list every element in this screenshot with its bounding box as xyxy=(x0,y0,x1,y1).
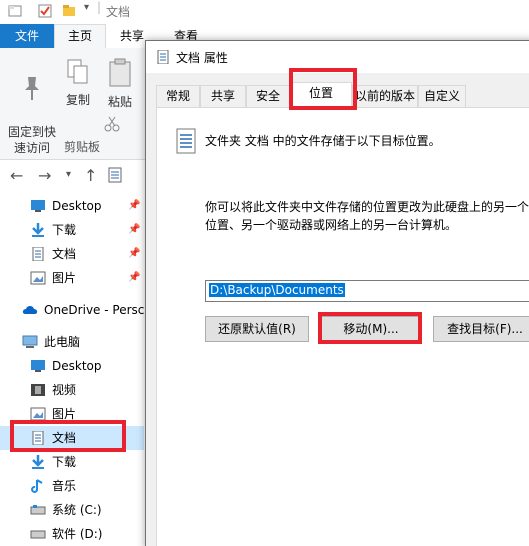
address-document-icon xyxy=(108,167,122,183)
download-icon xyxy=(32,223,44,237)
document-folder-icon xyxy=(176,128,196,154)
videos-icon xyxy=(31,384,45,396)
sidebar-item-documents[interactable]: 文档 📌 xyxy=(0,242,144,266)
sidebar-item-label: 下载 xyxy=(52,455,77,469)
sidebar-item-label: 此电脑 xyxy=(44,335,81,349)
sidebar-item-label: 音乐 xyxy=(52,479,77,493)
document-icon xyxy=(157,50,169,64)
sidebar-item-label: 文档 xyxy=(52,247,77,261)
sidebar-item-label: OneDrive - Persc xyxy=(44,303,144,317)
new-folder-icon[interactable] xyxy=(62,4,76,18)
pictures-icon xyxy=(30,271,46,285)
location-info: 你可以将此文件夹中文件存储的位置更改为此硬盘上的另一个 位置、另一个驱动器或网络… xyxy=(205,200,529,232)
location-description: 文件夹 文档 中的文件存储于以下目标位置。 xyxy=(205,134,441,148)
tab-file[interactable]: 文件 xyxy=(0,24,54,48)
title-separator: | xyxy=(97,0,102,14)
tab-customize[interactable]: 自定义 xyxy=(418,85,466,107)
pin-icon: 📌 xyxy=(128,272,141,283)
download-icon xyxy=(32,455,44,469)
highlight-documents-item xyxy=(10,420,126,452)
target-path-input[interactable]: D:\Backup\Documents xyxy=(205,280,529,302)
dialog-title: 文档 属性 xyxy=(176,51,228,65)
highlight-location-tab xyxy=(289,68,357,110)
pin-icon: 📌 xyxy=(128,200,141,211)
target-path-value: D:\Backup\Documents xyxy=(209,283,345,297)
copy-button[interactable]: 复制 xyxy=(62,58,94,108)
navigation-pane: Desktop 📌 下载 📌 文档 📌 图片 📌 OneDrive - Pers… xyxy=(0,192,144,546)
pin-icon xyxy=(25,77,39,100)
pin-to-quick-access-button[interactable]: 固定到快 速访问 xyxy=(4,58,60,156)
window-title: 文档 xyxy=(106,5,131,19)
sidebar-item-pc-downloads[interactable]: 下载 xyxy=(0,450,144,474)
tab-home[interactable]: 主页 xyxy=(54,24,106,49)
sidebar-item-videos[interactable]: 视频 xyxy=(0,378,144,402)
sidebar-item-label: 图片 xyxy=(52,271,77,285)
desktop-icon xyxy=(31,200,45,212)
sidebar-item-desktop[interactable]: Desktop 📌 xyxy=(0,194,144,218)
desktop-icon xyxy=(31,360,45,372)
onedrive-icon xyxy=(22,306,38,314)
properties-dialog: 文档 属性 常规 共享 安全 位置 以前的版本 自定义 文件夹 文档 中的文件存… xyxy=(145,40,529,546)
back-arrow-icon[interactable]: ← xyxy=(10,166,23,185)
sidebar-item-drive-d[interactable]: 软件 (D:) xyxy=(0,522,144,546)
document-icon xyxy=(32,247,44,261)
sidebar-item-this-pc[interactable]: 此电脑 xyxy=(0,330,144,354)
folder-icon xyxy=(8,5,22,17)
sidebar-item-label: Desktop xyxy=(52,199,102,213)
tab-share[interactable]: 共享 xyxy=(120,24,144,48)
paste-button[interactable]: 粘贴 xyxy=(104,58,136,110)
paste-icon xyxy=(109,58,131,87)
sidebar-item-onedrive[interactable]: OneDrive - Persc xyxy=(0,298,144,322)
sidebar-item-pc-desktop[interactable]: Desktop xyxy=(0,354,144,378)
pictures-icon xyxy=(30,407,46,421)
recent-locations-icon[interactable]: ▾ xyxy=(66,169,71,180)
forward-arrow-icon[interactable]: → xyxy=(38,166,51,185)
drive-icon xyxy=(30,530,46,539)
explorer-title-bar: ▾ | 文档 xyxy=(0,0,529,24)
tab-sharing[interactable]: 共享 xyxy=(200,85,246,107)
tab-general[interactable]: 常规 xyxy=(156,85,200,107)
quick-access-dropdown-icon[interactable]: ▾ xyxy=(84,2,89,13)
paste-label: 粘贴 xyxy=(107,95,132,109)
pin-icon: 📌 xyxy=(128,224,141,235)
this-pc-icon xyxy=(22,335,38,348)
tab-security[interactable]: 安全 xyxy=(246,85,290,107)
sidebar-item-label: 视频 xyxy=(52,383,77,397)
sidebar-item-label: 系统 (C:) xyxy=(52,503,102,517)
copy-label: 复制 xyxy=(65,93,90,107)
pin-label: 固定到快 速访问 xyxy=(7,125,56,155)
restore-default-button[interactable]: 还原默认值(R) xyxy=(205,316,309,342)
sidebar-item-pictures[interactable]: 图片 📌 xyxy=(0,266,144,290)
sidebar-item-downloads[interactable]: 下载 📌 xyxy=(0,218,144,242)
clipboard-group-label: 剪贴板 xyxy=(64,140,101,154)
music-icon xyxy=(31,479,43,493)
drive-icon xyxy=(30,505,46,515)
sidebar-item-label: Desktop xyxy=(52,359,102,373)
tab-previous-versions[interactable]: 以前的版本 xyxy=(352,85,418,107)
up-arrow-icon[interactable]: ↑ xyxy=(84,166,97,185)
pin-icon: 📌 xyxy=(128,248,141,259)
sidebar-item-label: 下载 xyxy=(52,223,77,237)
sidebar-item-music[interactable]: 音乐 xyxy=(0,474,144,498)
sidebar-item-label: 软件 (D:) xyxy=(52,527,103,541)
highlight-move-button xyxy=(318,312,422,344)
properties-check-icon[interactable] xyxy=(38,4,52,18)
copy-icon xyxy=(67,59,88,84)
sidebar-item-drive-c[interactable]: 系统 (C:) xyxy=(0,498,144,522)
cut-icon[interactable] xyxy=(104,116,120,132)
find-target-button[interactable]: 查找目标(F)... xyxy=(433,316,529,342)
